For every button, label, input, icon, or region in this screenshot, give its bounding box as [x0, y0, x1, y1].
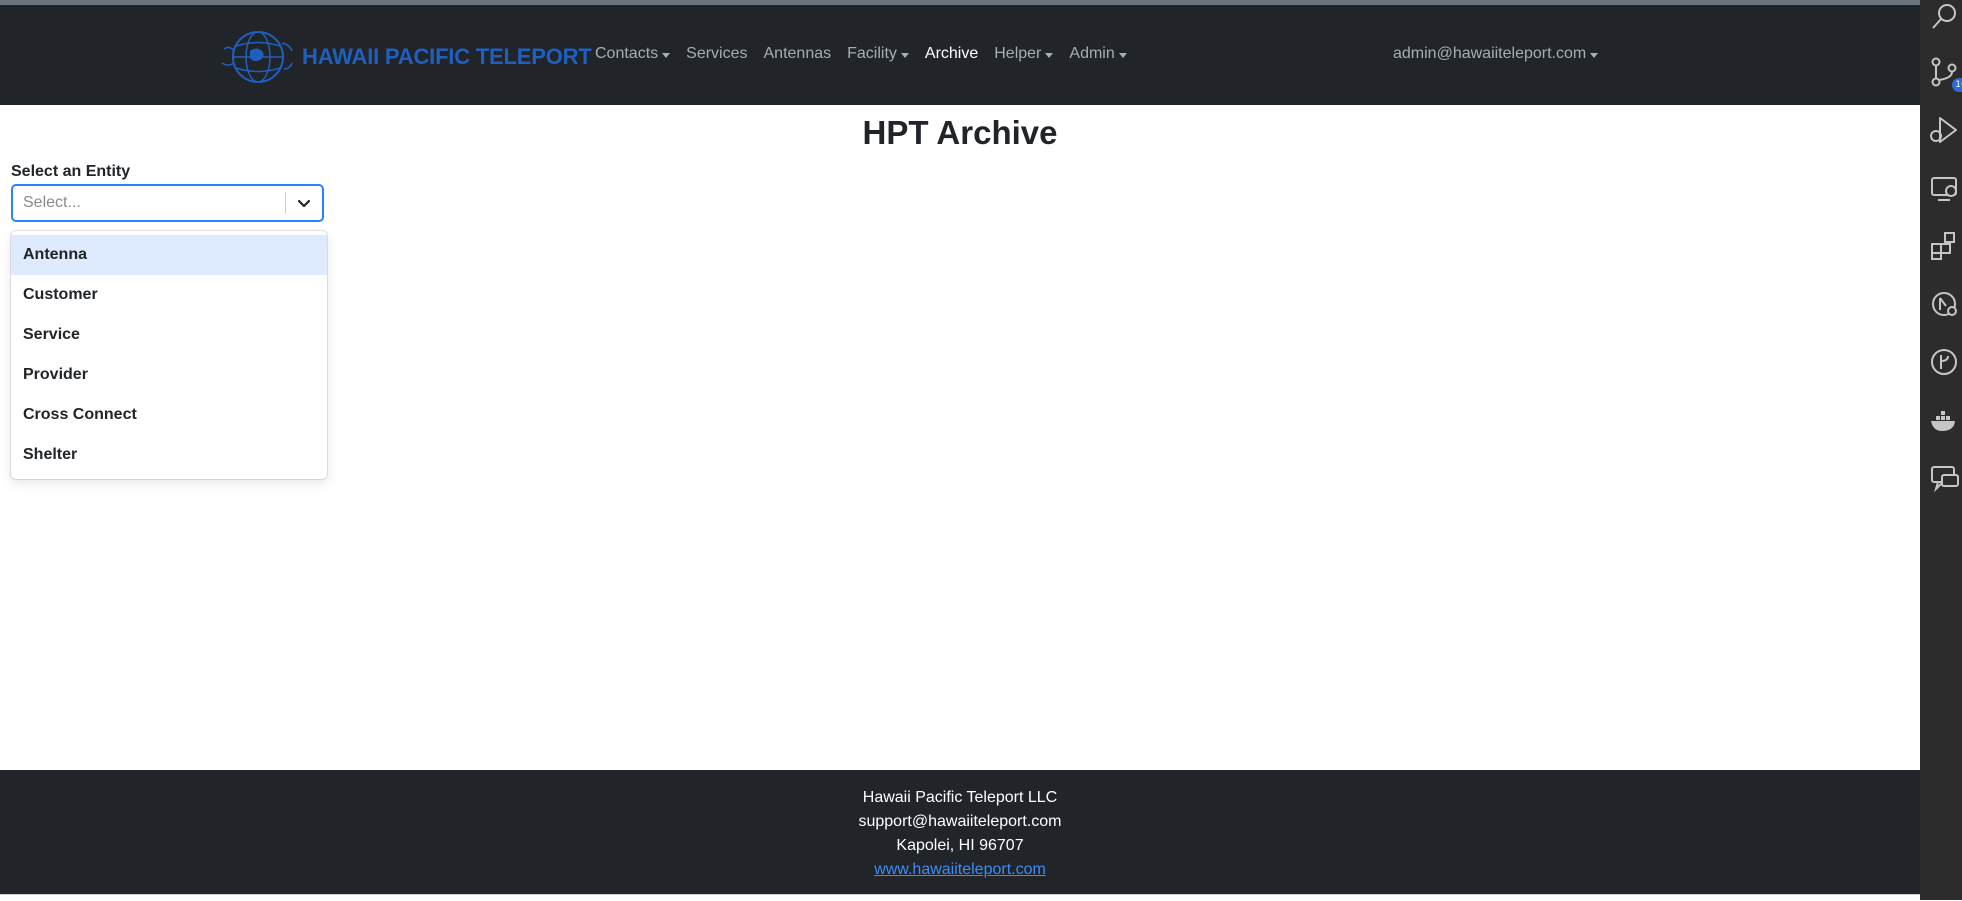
- caret-down-icon: [1045, 52, 1054, 58]
- nav-helper-label: Helper: [994, 45, 1042, 62]
- main-nav: Contacts Services Antennas Facility Arch…: [595, 45, 1143, 63]
- chevron-down-icon: [297, 199, 311, 208]
- nav-contacts-label: Contacts: [595, 45, 659, 62]
- run-debug-icon[interactable]: [1926, 112, 1962, 148]
- option-provider[interactable]: Provider: [11, 355, 327, 395]
- nav-antennas-label: Antennas: [763, 45, 832, 62]
- brand[interactable]: HAWAII PACIFIC TELEPORT: [220, 29, 592, 85]
- footer: Hawaii Pacific Teleport LLC support@hawa…: [0, 770, 1920, 894]
- option-antenna[interactable]: Antenna: [11, 235, 327, 275]
- nav-facility[interactable]: Facility: [847, 45, 909, 63]
- search-icon[interactable]: [1926, 0, 1962, 36]
- option-shelter[interactable]: Shelter: [11, 435, 327, 475]
- docker-icon[interactable]: [1926, 402, 1962, 438]
- nav-facility-label: Facility: [847, 45, 897, 62]
- nav-services-label: Services: [686, 45, 748, 62]
- entity-select-menu: Antenna Customer Service Provider Cross …: [11, 231, 327, 479]
- footer-address: Kapolei, HI 96707: [896, 837, 1024, 854]
- option-cross-connect[interactable]: Cross Connect: [11, 395, 327, 435]
- dropdown-indicator[interactable]: [286, 186, 322, 220]
- nav-admin[interactable]: Admin: [1069, 45, 1127, 63]
- entity-select-label: Select an Entity: [11, 163, 131, 180]
- caret-down-icon: [662, 52, 671, 58]
- option-customer[interactable]: Customer: [11, 275, 327, 315]
- entity-select-input[interactable]: [13, 187, 285, 219]
- nav-services[interactable]: Services: [686, 45, 747, 63]
- nav-admin-label: Admin: [1069, 45, 1115, 62]
- footer-company: Hawaii Pacific Teleport LLC: [862, 789, 1058, 806]
- navbar: HAWAII PACIFIC TELEPORT Contacts Service…: [0, 5, 1920, 105]
- remote-explorer-icon[interactable]: [1926, 170, 1962, 206]
- nav-archive[interactable]: Archive: [925, 45, 978, 63]
- source-control-badge: 16: [1952, 78, 1962, 92]
- git-graph-icon[interactable]: [1926, 344, 1962, 380]
- caret-down-icon: [1118, 52, 1127, 58]
- user-menu[interactable]: admin@hawaiiteleport.com: [1393, 45, 1599, 63]
- nav-archive-label: Archive: [924, 45, 979, 62]
- entity-select[interactable]: [11, 184, 324, 222]
- caret-down-icon: [900, 52, 909, 58]
- nav-contacts[interactable]: Contacts: [595, 45, 671, 63]
- nav-helper[interactable]: Helper: [994, 45, 1054, 63]
- chat-icon[interactable]: [1926, 460, 1962, 496]
- nav-antennas[interactable]: Antennas: [764, 45, 832, 63]
- option-service[interactable]: Service: [11, 315, 327, 355]
- activity-bar: 16: [1920, 0, 1962, 900]
- brand-name: HAWAII PACIFIC TELEPORT: [302, 44, 592, 69]
- page-title: HPT Archive: [862, 114, 1058, 151]
- user-email: admin@hawaiiteleport.com: [1393, 45, 1587, 62]
- footer-email: support@hawaiiteleport.com: [858, 813, 1062, 830]
- testing-icon[interactable]: [1926, 286, 1962, 322]
- globe-logo-icon: [221, 31, 293, 83]
- footer-website-link[interactable]: www.hawaiiteleport.com: [874, 861, 1046, 878]
- caret-down-icon: [1590, 52, 1599, 58]
- extensions-icon[interactable]: [1926, 228, 1962, 264]
